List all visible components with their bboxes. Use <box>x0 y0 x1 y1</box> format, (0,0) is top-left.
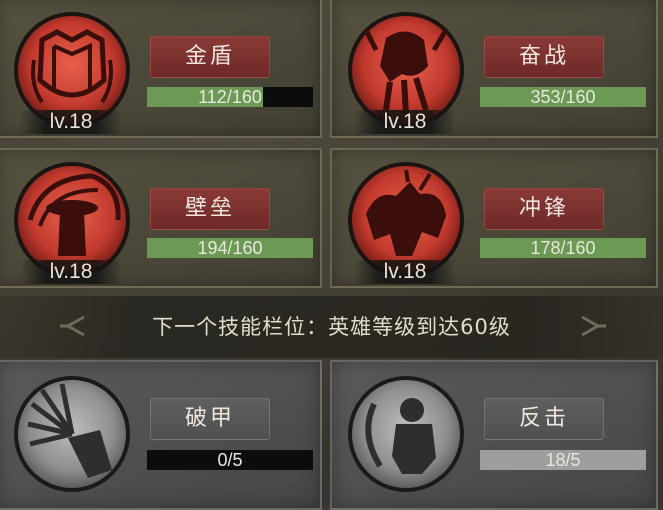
skill-progress-text: 178/160 <box>530 238 596 258</box>
skill-card-bilei[interactable]: lv.18 壁垒 194/160 <box>0 148 322 288</box>
skill-progress-bar: 112/160 <box>147 87 313 107</box>
skill-name: 奋战 <box>484 36 604 78</box>
skill-progress-bar: 353/160 <box>480 87 646 107</box>
skill-level: lv.18 <box>354 260 456 284</box>
skill-name: 冲锋 <box>484 188 604 230</box>
skill-name: 破甲 <box>150 398 270 440</box>
skill-progress-text: 112/160 <box>198 87 262 107</box>
arrow-right-icon <box>581 315 606 337</box>
skill-panel: lv.18 金盾 112/160 lv.18 奋战 353/160 lv.18 … <box>0 0 663 510</box>
skill-progress-bar: 0/5 <box>147 450 313 470</box>
locked-skill-card-pojia[interactable]: 破甲 0/5 <box>0 360 322 510</box>
skill-level: lv.18 <box>354 110 456 134</box>
skill-name: 反击 <box>484 398 604 440</box>
skill-progress-bar: 178/160 <box>480 238 646 258</box>
skill-card-fenzhan[interactable]: lv.18 奋战 353/160 <box>330 0 658 138</box>
skill-card-jindun[interactable]: lv.18 金盾 112/160 <box>0 0 322 138</box>
skill-progress-bar: 18/5 <box>480 450 646 470</box>
skill-progress-text: 353/160 <box>530 87 596 107</box>
shatter-icon <box>12 374 132 494</box>
skill-name: 金盾 <box>150 36 270 78</box>
skill-progress-text: 0/5 <box>217 450 243 470</box>
skill-level: lv.18 <box>20 260 122 284</box>
skill-progress-text: 194/160 <box>197 238 263 258</box>
arrow-left-icon <box>60 315 85 337</box>
next-slot-banner: 下一个技能栏位：英雄等级到达60级 <box>0 296 663 358</box>
skill-progress-bar: 194/160 <box>147 238 313 258</box>
skill-name: 壁垒 <box>150 188 270 230</box>
locked-skill-card-fanji[interactable]: 反击 18/5 <box>330 360 658 510</box>
next-slot-text: 下一个技能栏位：英雄等级到达60级 <box>152 315 511 339</box>
skill-card-chongfeng[interactable]: lv.18 冲锋 178/160 <box>330 148 658 288</box>
skill-progress-text: 18/5 <box>545 450 581 470</box>
skill-level: lv.18 <box>20 110 122 134</box>
counter-icon <box>346 374 466 494</box>
